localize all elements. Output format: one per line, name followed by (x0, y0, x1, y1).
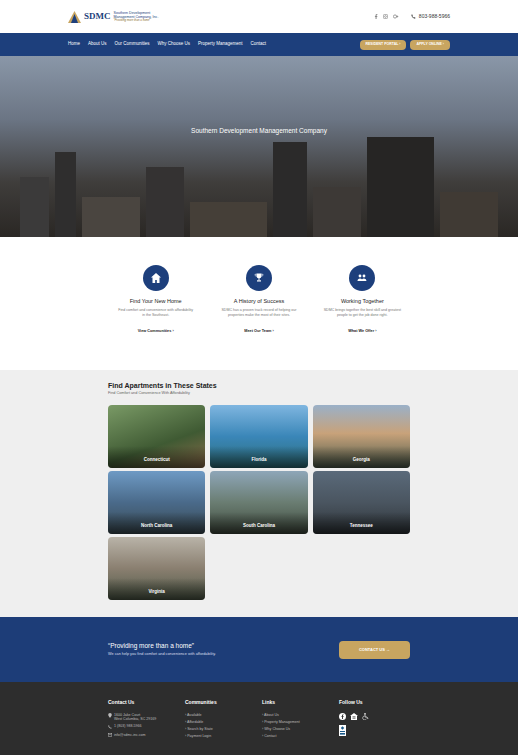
phone-icon (108, 725, 112, 729)
state-card[interactable]: Georgia (313, 405, 410, 468)
state-name: Georgia (313, 457, 410, 464)
communities-column: Communities › Available › Affordable › Sea… (185, 699, 256, 739)
nav-link[interactable]: Why Choose Us (158, 41, 191, 48)
team-icon (355, 271, 369, 285)
nav-button[interactable]: RESIDENT PORTAL › (360, 40, 407, 50)
state-card[interactable]: Virginia (108, 537, 205, 600)
nav-link[interactable]: Property Management (198, 41, 243, 48)
contact-button[interactable]: CONTACT US → (339, 641, 410, 659)
main-nav: Home About Us Our Communities Why Choose Us… (0, 33, 518, 56)
footer-link[interactable]: › Payment Login (185, 734, 256, 738)
logo[interactable]: SDMC Southern Development Management Com… (68, 11, 166, 23)
phone-icon (411, 14, 416, 19)
company-name: Southern Development Management Company,… (114, 11, 166, 20)
state-card[interactable]: North Carolina (108, 471, 205, 534)
logo-mark: SDMC (84, 12, 111, 21)
nav-link[interactable]: Contact (251, 41, 267, 48)
feature-card: Find Your New Home Find comfort and conve… (108, 265, 203, 335)
feature-link[interactable]: View Communities › (138, 329, 174, 335)
feature-title: Find Your New Home (130, 297, 182, 305)
feature-description: Find comfort and convenience with afford… (117, 308, 195, 324)
column-title: Communities (185, 699, 256, 707)
state-name: South Carolina (210, 523, 307, 530)
feature-link[interactable]: What We Offer › (348, 329, 376, 335)
feature-title: Working Together (341, 297, 384, 305)
pyramid-icon (68, 11, 81, 23)
trophy-icon (252, 271, 266, 285)
address-line: 1600 Jake Court (114, 713, 156, 717)
address-line: West Columbia, SC 29169 (114, 717, 156, 721)
footer-link[interactable]: › Property Management (262, 720, 333, 724)
state-card[interactable]: Florida (210, 405, 307, 468)
feature-description: SDMC brings together the best skill and … (323, 308, 401, 324)
footer-phone[interactable]: 1 (803) 988-5966 (114, 724, 142, 729)
site-header: SDMC Southern Development Management Com… (0, 0, 518, 33)
cta-text: We can help you find comfort and conveni… (108, 652, 216, 658)
tagline: "Providing more than a home" (114, 19, 166, 22)
feature-link[interactable]: Meet Our Team › (244, 329, 273, 335)
home-icon (149, 271, 163, 285)
bbb-badge-icon[interactable] (339, 725, 346, 736)
footer-link[interactable]: › Search by State (185, 727, 256, 731)
states-title: Find Apartments in These States (108, 382, 410, 391)
column-title: Links (262, 699, 333, 707)
feature-description: SDMC has a proven track record of helpin… (220, 308, 298, 324)
state-name: Virginia (108, 589, 205, 596)
states-section: Find Apartments in These States Find Com… (0, 370, 518, 617)
column-title: Follow Us (339, 699, 410, 707)
hero-photo-skyline (0, 127, 518, 237)
links-column: Links › About Us › Property Management › W… (262, 699, 333, 739)
feature-circle (143, 265, 169, 291)
contact-column: Contact Us 1600 Jake Court West Columbia… (108, 699, 179, 739)
nav-link[interactable]: About Us (88, 41, 107, 48)
phone-number[interactable]: 803-988-5966 (419, 13, 450, 21)
features: Find Your New Home Find comfort and conve… (0, 237, 518, 370)
nav-button[interactable]: APPLY ONLINE › (410, 40, 450, 50)
hero: Southern Development Management Company (0, 56, 518, 237)
facebook-icon[interactable] (374, 14, 378, 19)
state-name: Florida (210, 457, 307, 464)
states-subtitle: Find Comfort and Convenience With Afford… (108, 391, 410, 397)
footer-link[interactable]: › Affordable (185, 720, 256, 724)
footer-link[interactable]: › About Us (262, 713, 333, 717)
feature-circle (246, 265, 272, 291)
nav-link[interactable]: Home (68, 41, 80, 48)
footer-email[interactable]: info@sdmc-inc.com (114, 733, 146, 738)
state-card[interactable]: Tennessee (313, 471, 410, 534)
footer-link[interactable]: › Contact (262, 734, 333, 738)
facebook-icon[interactable] (339, 713, 346, 720)
site-footer: Contact Us 1600 Jake Court West Columbia… (0, 682, 518, 755)
footer-link[interactable]: › Why Choose Us (262, 727, 333, 731)
cta-banner: “Providing more than a home” We can help… (0, 617, 518, 682)
hero-title: Southern Development Management Company (191, 126, 327, 136)
google-plus-icon[interactable] (393, 14, 399, 19)
equal-housing-icon (350, 713, 358, 720)
accessibility-icon (362, 713, 369, 720)
state-card[interactable]: South Carolina (210, 471, 307, 534)
feature-card: A History of Success SDMC has a proven tr… (211, 265, 306, 335)
state-card[interactable]: Connecticut (108, 405, 205, 468)
email-icon (108, 733, 112, 737)
footer-link[interactable]: › Available (185, 713, 256, 717)
nav-link[interactable]: Our Communities (115, 41, 150, 48)
state-name: Tennessee (313, 523, 410, 530)
follow-column: Follow Us (339, 699, 410, 739)
feature-circle (349, 265, 375, 291)
instagram-icon[interactable] (383, 14, 388, 19)
feature-card: Working Together SDMC brings together the… (315, 265, 410, 335)
column-title: Contact Us (108, 699, 179, 707)
location-icon (108, 713, 112, 718)
cta-quote: “Providing more than a home” (108, 642, 216, 650)
state-name: Connecticut (108, 457, 205, 464)
feature-title: A History of Success (234, 297, 284, 305)
state-name: North Carolina (108, 523, 205, 530)
